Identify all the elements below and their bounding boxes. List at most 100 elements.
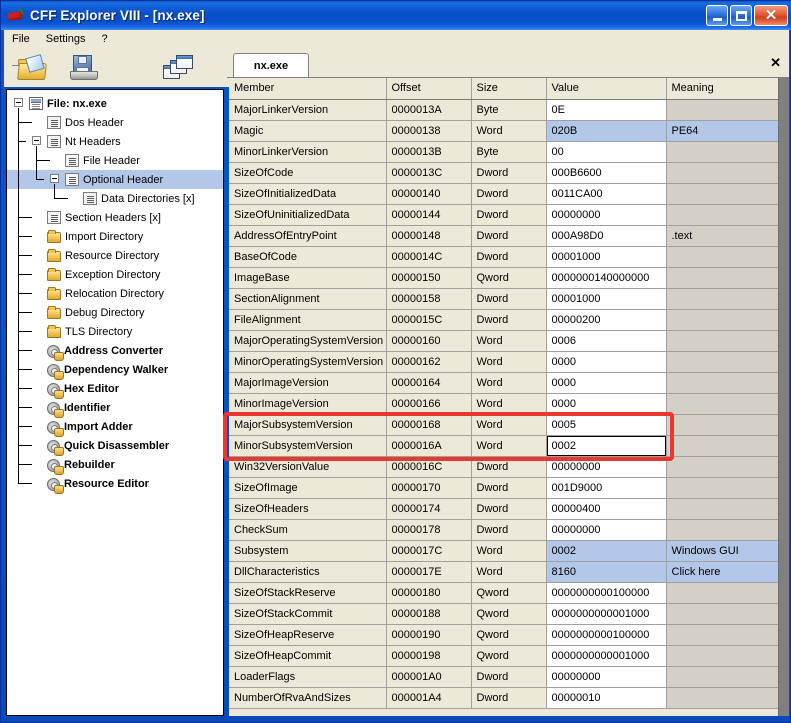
cell-value[interactable]: 0000000140000000 bbox=[546, 267, 667, 289]
tree-item-address-converter[interactable]: Address Converter bbox=[7, 341, 223, 361]
cascade-windows-icon[interactable] bbox=[163, 55, 197, 82]
open-folder-icon[interactable] bbox=[12, 54, 50, 82]
cell-value[interactable]: 0E bbox=[546, 99, 667, 121]
cell-value[interactable]: 00 bbox=[546, 141, 667, 163]
table-row[interactable]: MinorImageVersion 00000166 Word 0000 bbox=[229, 393, 778, 415]
tree-item-import-adder[interactable]: Import Adder bbox=[7, 417, 223, 437]
table-row[interactable]: SizeOfHeapCommit 00000198 Qword 00000000000… bbox=[229, 645, 778, 667]
cell-value[interactable]: 0000 bbox=[546, 351, 667, 373]
tree-item-tls-directory[interactable]: TLS Directory bbox=[7, 322, 223, 341]
tree-item-file-header[interactable]: File Header bbox=[7, 151, 223, 170]
cell-value[interactable]: 0000000000001000 bbox=[546, 603, 667, 625]
table-row[interactable]: LoaderFlags 000001A0 Dword 00000000 bbox=[229, 666, 778, 688]
column-header-meaning[interactable]: Meaning bbox=[666, 78, 779, 100]
cell-value[interactable]: 0002 bbox=[546, 540, 667, 562]
table-row[interactable]: SizeOfStackCommit 00000188 Qword 0000000000… bbox=[229, 603, 778, 625]
column-header-value[interactable]: Value bbox=[546, 78, 667, 100]
cell-value[interactable]: 00000000 bbox=[546, 666, 667, 688]
table-row[interactable]: MajorOperatingSystemVersion 00000160 Word 0… bbox=[229, 330, 778, 352]
table-row[interactable]: MinorLinkerVersion 0000013B Byte 00 bbox=[229, 141, 778, 163]
cell-value[interactable]: 0000 bbox=[546, 393, 667, 415]
cell-value[interactable]: 0000000000100000 bbox=[546, 582, 667, 604]
table-row[interactable]: AddressOfEntryPoint 00000148 Dword 000A98D0… bbox=[229, 225, 778, 247]
tree-item-relocation-directory[interactable]: Relocation Directory bbox=[7, 284, 223, 303]
maximize-button[interactable] bbox=[730, 5, 752, 26]
table-row[interactable]: SizeOfUninitializedData 00000144 Dword 0000… bbox=[229, 204, 778, 226]
cell-value[interactable]: 00000400 bbox=[546, 498, 667, 520]
tab-close-icon[interactable]: ✕ bbox=[770, 56, 781, 69]
table-row[interactable]: DllCharacteristics 0000017E Word 8160 Click … bbox=[229, 561, 778, 583]
tree-expander-minus-icon[interactable] bbox=[14, 98, 23, 107]
tree-item-quick-disassembler[interactable]: Quick Disassembler bbox=[7, 436, 223, 456]
table-row[interactable]: MajorImageVersion 00000164 Word 0000 bbox=[229, 372, 778, 394]
cell-value[interactable]: 0000000000100000 bbox=[546, 624, 667, 646]
cell-value[interactable]: 00000000 bbox=[546, 204, 667, 226]
tree-item-dependency-walker[interactable]: Dependency Walker bbox=[7, 360, 223, 380]
menu-file[interactable]: File bbox=[4, 31, 38, 47]
column-header-offset[interactable]: Offset bbox=[386, 78, 472, 100]
tree-item-section-headers-x[interactable]: Section Headers [x] bbox=[7, 208, 223, 227]
table-row[interactable]: SizeOfHeapReserve 00000190 Qword 0000000000… bbox=[229, 624, 778, 646]
minimize-button[interactable] bbox=[706, 5, 728, 26]
tree-item-dos-header[interactable]: Dos Header bbox=[7, 113, 223, 132]
cell-value[interactable]: 8160 bbox=[546, 561, 667, 583]
table-row[interactable]: Subsystem 0000017C Word 0002 Windows GUI bbox=[229, 540, 778, 562]
cell-value[interactable]: 0005 bbox=[546, 414, 667, 436]
cell-value[interactable]: 00001000 bbox=[546, 246, 667, 268]
floppy-disk-icon[interactable] bbox=[70, 55, 100, 82]
tree-item-import-directory[interactable]: Import Directory bbox=[7, 227, 223, 246]
cell-value[interactable]: 00000000 bbox=[546, 519, 667, 541]
tree-item-nt-headers[interactable]: Nt Headers bbox=[7, 132, 223, 151]
cell-value[interactable]: 0006 bbox=[546, 330, 667, 352]
header-fields-grid-container[interactable]: Member Offset Size Value Meaning MajorLi… bbox=[229, 77, 789, 716]
table-row[interactable]: SizeOfCode 0000013C Dword 000B6600 bbox=[229, 162, 778, 184]
cell-value[interactable]: 000B6600 bbox=[546, 162, 667, 184]
table-row[interactable]: FileAlignment 0000015C Dword 00000200 bbox=[229, 309, 778, 331]
table-row[interactable]: ImageBase 00000150 Qword 0000000140000000 bbox=[229, 267, 778, 289]
table-row[interactable]: MinorSubsystemVersion 0000016A Word 0002 bbox=[229, 435, 778, 457]
column-header-member[interactable]: Member bbox=[229, 78, 387, 100]
table-row[interactable]: CheckSum 00000178 Dword 00000000 bbox=[229, 519, 778, 541]
cell-value[interactable]: 000A98D0 bbox=[546, 225, 667, 247]
table-row[interactable]: SectionAlignment 00000158 Dword 00001000 bbox=[229, 288, 778, 310]
tree-item-hex-editor[interactable]: Hex Editor bbox=[7, 379, 223, 399]
menu-help[interactable]: ? bbox=[93, 31, 115, 47]
menu-settings[interactable]: Settings bbox=[38, 31, 94, 47]
table-row[interactable]: SizeOfHeaders 00000174 Dword 00000400 bbox=[229, 498, 778, 520]
cell-value[interactable]: 00000010 bbox=[546, 687, 667, 709]
cell-value[interactable]: 00001000 bbox=[546, 288, 667, 310]
table-row[interactable]: NumberOfRvaAndSizes 000001A4 Dword 00000010 bbox=[229, 687, 778, 709]
column-header-size[interactable]: Size bbox=[471, 78, 547, 100]
cell-value[interactable]: 001D9000 bbox=[546, 477, 667, 499]
tree-item-identifier[interactable]: Identifier bbox=[7, 398, 223, 418]
tree-item-resource-directory[interactable]: Resource Directory bbox=[7, 246, 223, 265]
cell-value[interactable]: 0000000000001000 bbox=[546, 645, 667, 667]
table-row[interactable]: SizeOfInitializedData 00000140 Dword 0011CA… bbox=[229, 183, 778, 205]
tree-expander-minus-icon[interactable] bbox=[32, 136, 41, 145]
tree-item-data-directories-x[interactable]: Data Directories [x] bbox=[7, 189, 223, 208]
close-button[interactable]: ✕ bbox=[754, 5, 788, 26]
table-row[interactable]: BaseOfCode 0000014C Dword 00001000 bbox=[229, 246, 778, 268]
cell-value[interactable]: 0011CA00 bbox=[546, 183, 667, 205]
tree-item-resource-editor[interactable]: Resource Editor bbox=[7, 474, 223, 494]
tree-item-optional-header[interactable]: Optional Header bbox=[7, 170, 223, 189]
table-row[interactable]: SizeOfStackReserve 00000180 Qword 000000000… bbox=[229, 582, 778, 604]
tree-item-rebuilder[interactable]: Rebuilder bbox=[7, 455, 223, 475]
tab-nx-exe[interactable]: nx.exe bbox=[227, 53, 309, 78]
table-row[interactable]: MajorLinkerVersion 0000013A Byte 0E bbox=[229, 99, 778, 121]
table-row[interactable]: SizeOfImage 00000170 Dword 001D9000 bbox=[229, 477, 778, 499]
cell-value[interactable]: 00000000 bbox=[546, 456, 667, 478]
table-row[interactable]: MajorSubsystemVersion 00000168 Word 0005 bbox=[229, 414, 778, 436]
tree-item-exception-directory[interactable]: Exception Directory bbox=[7, 265, 223, 284]
tree-item-debug-directory[interactable]: Debug Directory bbox=[7, 303, 223, 322]
tree-expander-minus-icon[interactable] bbox=[50, 174, 59, 183]
table-row[interactable]: Win32VersionValue 0000016C Dword 00000000 bbox=[229, 456, 778, 478]
table-row[interactable]: Magic 00000138 Word 020B PE64 bbox=[229, 120, 778, 142]
cell-value[interactable]: 0002 bbox=[546, 435, 667, 457]
table-row[interactable]: MinorOperatingSystemVersion 00000162 Word 0… bbox=[229, 351, 778, 373]
cell-value[interactable]: 00000200 bbox=[546, 309, 667, 331]
tree-item-file-nx-exe[interactable]: File: nx.exe bbox=[7, 94, 223, 113]
cell-value[interactable]: 0000 bbox=[546, 372, 667, 394]
sidebar-tree-panel[interactable]: File: nx.exe Dos Header Nt Headers File Hea… bbox=[6, 89, 224, 716]
cell-value[interactable]: 020B bbox=[546, 120, 667, 142]
